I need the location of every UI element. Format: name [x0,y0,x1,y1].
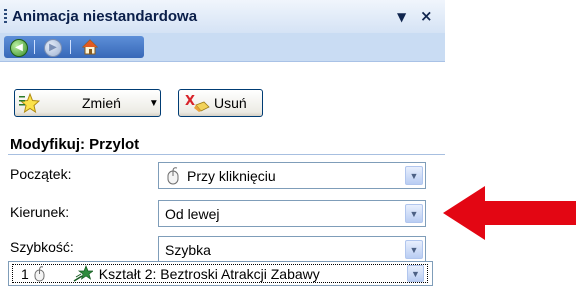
home-icon[interactable] [82,39,98,55]
delete-effect-label: Usuń [214,95,247,111]
svg-text:X: X [185,94,195,109]
nav-separator [34,40,35,54]
pane-title: Animacja niestandardowa [12,8,198,25]
pane-title-bar: Animacja niestandardowa ▼ × [0,0,445,33]
list-item-number: 1 [21,265,29,282]
change-effect-label: Zmień [82,95,121,111]
nav-separator [70,40,71,54]
start-value: Przy kliknięciu [187,167,276,184]
navigation-strip: ◀ ▶ [4,36,144,58]
speed-label: Szybkość: [10,239,74,255]
grip-handle[interactable] [4,9,7,25]
custom-animation-pane: Animacja niestandardowa ▼ × ◀ ▶ Zmień ▼ … [0,0,445,307]
fly-in-effect-icon [73,264,94,283]
star-add-icon [18,92,40,114]
chevron-down-icon[interactable]: ▼ [405,240,423,259]
modify-heading: Modyfikuj: Przylot [10,136,140,153]
mouse-click-icon [33,265,47,282]
chevron-down-icon: ▼ [148,97,159,109]
pane-options-button[interactable]: ▼ [397,10,406,24]
back-icon[interactable]: ◀ [10,39,28,57]
speed-value: Szybka [165,241,211,258]
delete-x-icon: X [184,93,210,113]
delete-effect-button[interactable]: X Usuń [178,89,263,117]
pane-close-button[interactable]: × [420,7,433,25]
animation-order-list[interactable]: 1 Kształt 2: Beztroski Atrakcji Zabawy ▼ [8,261,433,286]
chevron-down-icon[interactable]: ▼ [405,166,423,185]
direction-value: Od lewej [165,205,220,222]
forward-icon[interactable]: ▶ [44,39,62,57]
mouse-click-icon [165,166,181,185]
start-label: Początek: [10,166,72,182]
section-divider [8,154,445,155]
speed-dropdown[interactable]: Szybka ▼ [158,236,426,263]
direction-label: Kierunek: [10,204,70,220]
chevron-down-icon[interactable]: ▼ [407,265,424,282]
change-effect-button[interactable]: Zmień ▼ [14,89,161,117]
chevron-down-icon[interactable]: ▼ [405,204,423,223]
list-item[interactable]: 1 Kształt 2: Beztroski Atrakcji Zabawy ▼ [12,264,428,283]
list-item-text: Kształt 2: Beztroski Atrakcji Zabawy [98,265,320,282]
direction-dropdown[interactable]: Od lewej ▼ [158,200,426,227]
red-arrow [443,186,576,240]
start-dropdown[interactable]: Przy kliknięciu ▼ [158,162,426,189]
navigation-bar: ◀ ▶ [0,33,445,61]
pane-content: Zmień ▼ X Usuń Modyfikuj: Przylot Począt… [0,61,445,307]
